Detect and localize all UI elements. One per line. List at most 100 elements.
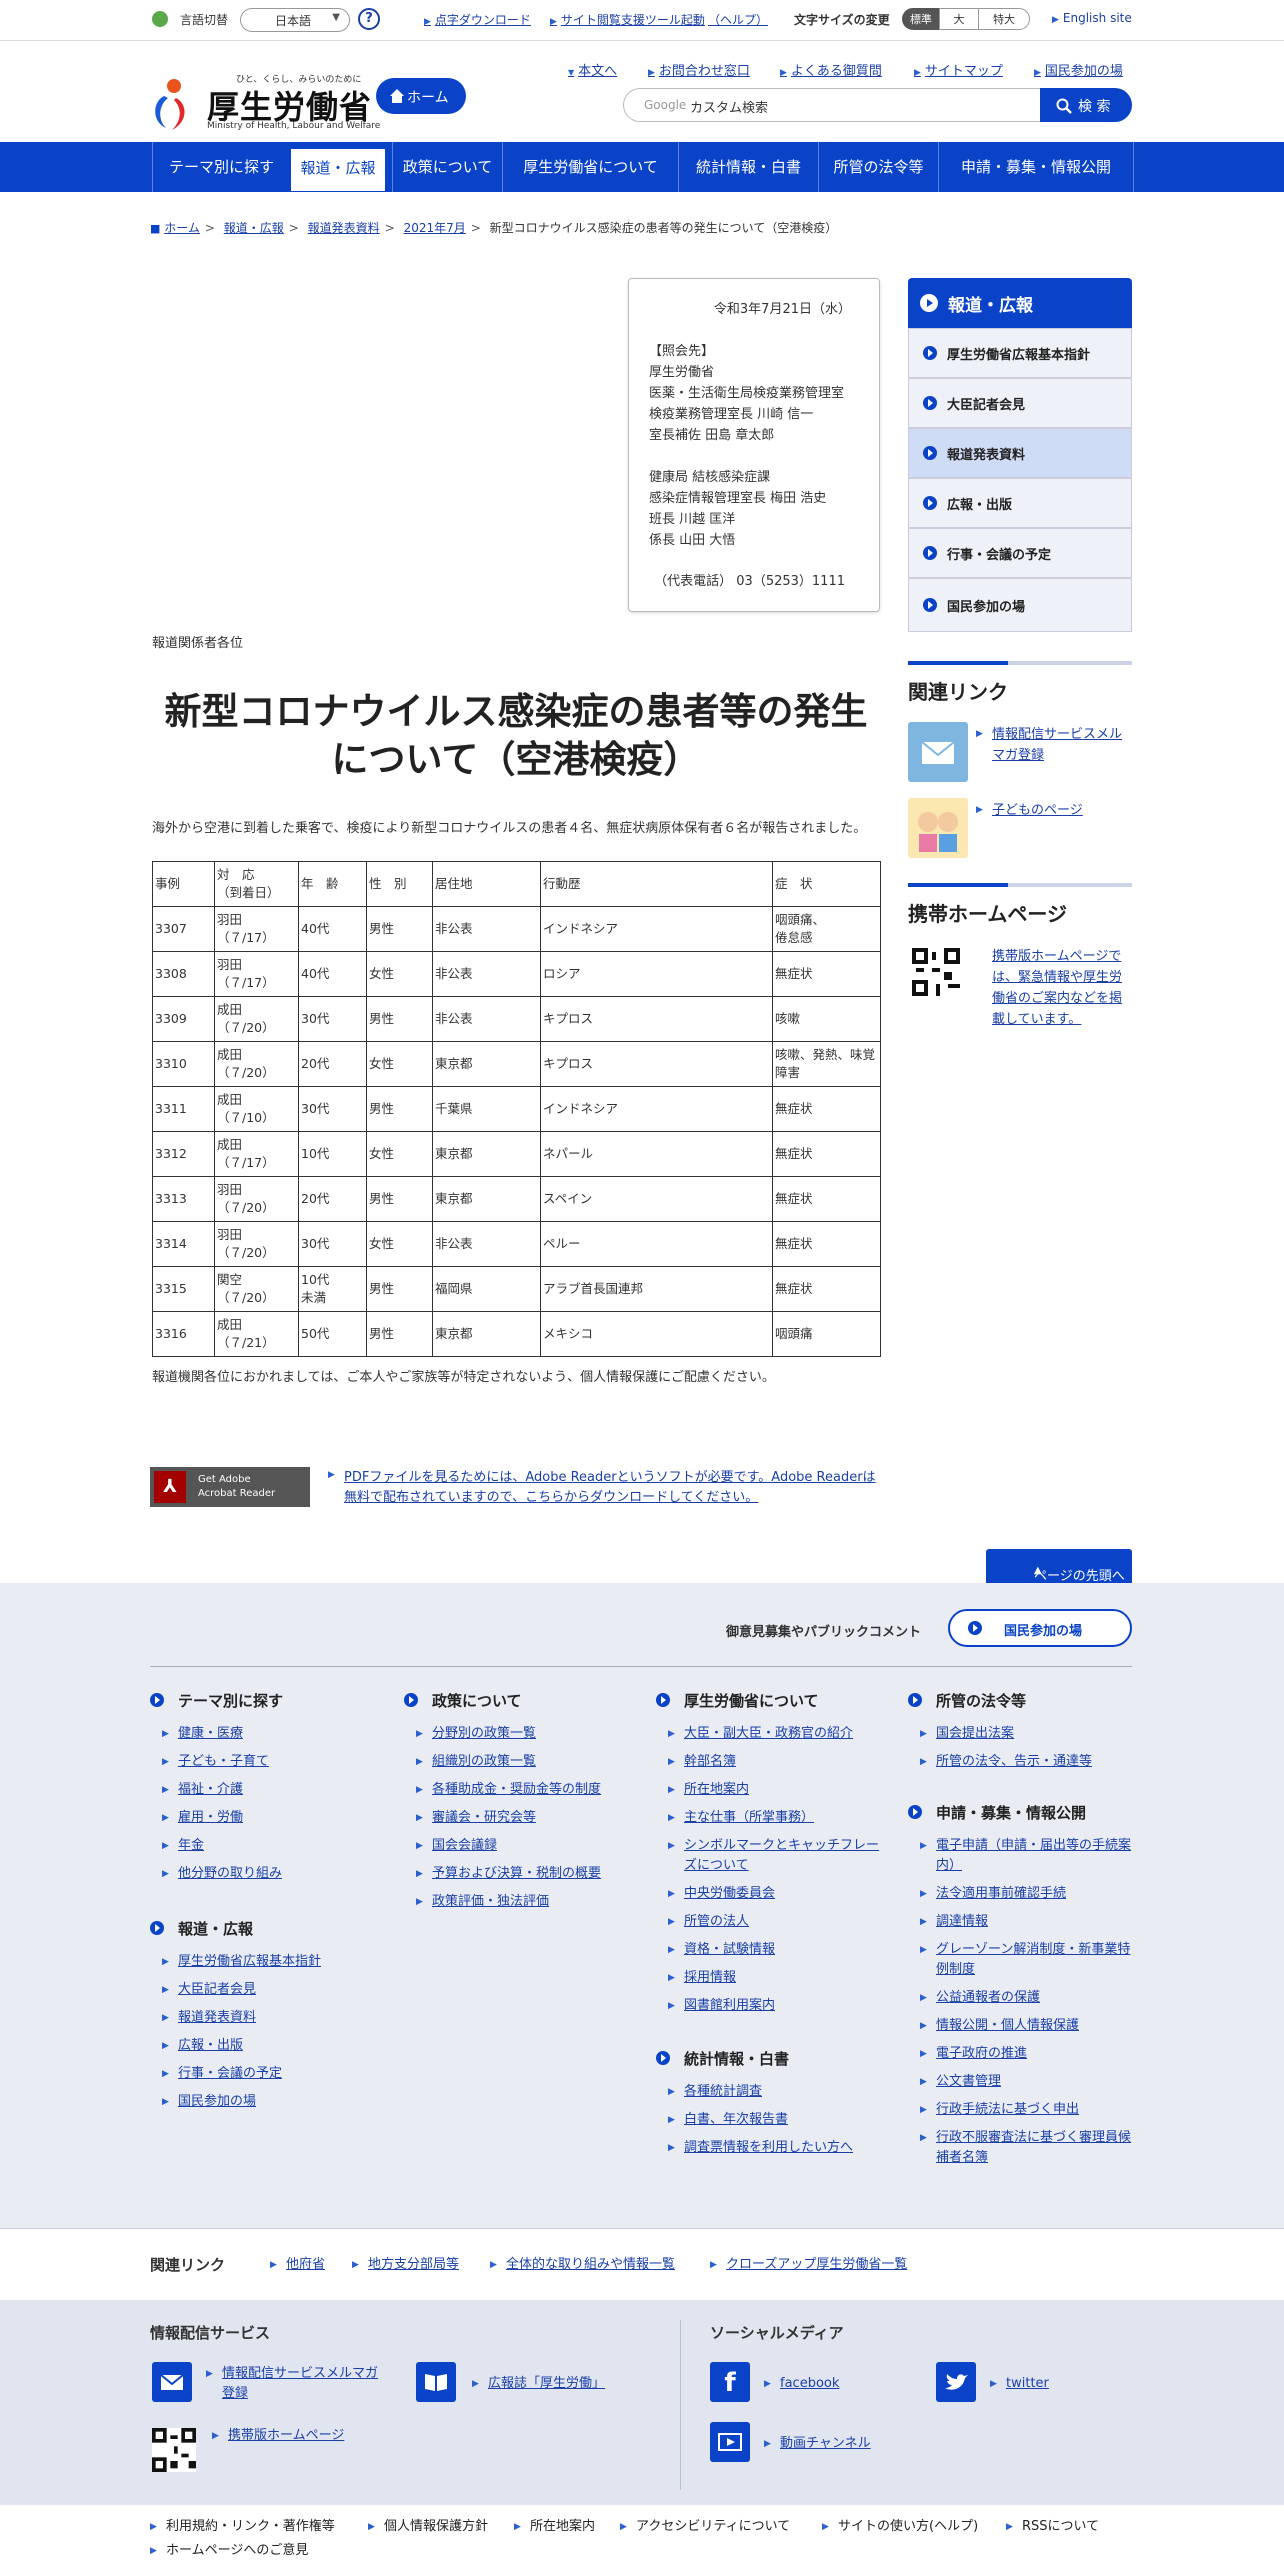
participation-button[interactable]: 国民参加の場 [948, 1609, 1132, 1647]
footer-link[interactable]: ▶ 電子申請（申請・届出等の手続案内） [920, 1836, 1136, 1876]
sidebar-item-press-conference[interactable]: 大臣記者会見 [908, 378, 1132, 428]
breadcrumb-home[interactable]: ホーム [164, 221, 200, 235]
footer-category-title[interactable]: 厚生労働省について [684, 1690, 819, 1711]
gnav-laws[interactable]: 所管の法令等 [818, 142, 938, 192]
footer-category-title[interactable]: テーマ別に探す [178, 1690, 283, 1711]
footer-link[interactable]: ▶ 健康・医療 [162, 1724, 398, 1744]
home-button[interactable]: ホーム [376, 78, 466, 114]
kids-page-image[interactable] [908, 798, 968, 858]
footer-link[interactable]: ▶ 国会提出法案 [920, 1724, 1136, 1744]
sidebar-item-participation[interactable]: 国民参加の場 [908, 578, 1132, 632]
footer-link[interactable]: ▶ 幹部名簿 [668, 1752, 884, 1772]
breadcrumb-releases[interactable]: 報道発表資料 [308, 221, 380, 235]
footer-link[interactable]: ▶ 報道発表資料 [162, 2008, 398, 2028]
footer-link[interactable]: ▶ 各種統計調査 [668, 2082, 884, 2102]
related-link-kids[interactable]: ▶ 子どものページ [976, 800, 1132, 821]
gnav-policy[interactable]: 政策について [392, 142, 502, 192]
footer-link[interactable]: ▶ 大臣・副大臣・政務官の紹介 [668, 1724, 884, 1744]
search-input[interactable]: Google カスタム検索 [623, 88, 1041, 122]
footer-link[interactable]: ▶ 各種助成金・奨励金等の制度 [416, 1780, 652, 1800]
gnav-press[interactable]: 報道・広報 [290, 148, 386, 192]
footer-link[interactable]: ▶ 子ども・子育て [162, 1752, 398, 1772]
bottom-rss[interactable]: ▶ RSSについて [1006, 2517, 1099, 2537]
fontsize-standard-button[interactable]: 標準 [902, 8, 940, 30]
footer-category-title[interactable]: 統計情報・白書 [684, 2048, 789, 2069]
header-nav-main-content[interactable]: ▼ 本文へ [568, 60, 617, 79]
search-button[interactable]: 検 索 [1040, 88, 1132, 122]
adobe-reader-link[interactable]: PDFファイルを見るためには、Adobe Readerというソフトが必要です。A… [344, 1468, 882, 1508]
footer-link[interactable]: ▶ 政策評価・独法評価 [416, 1892, 652, 1912]
mail-magazine-image[interactable] [908, 722, 968, 782]
bottom-privacy[interactable]: ▶ 個人情報保護方針 [368, 2517, 488, 2537]
header-nav-contact[interactable]: ▶ お問合わせ窓口 [648, 60, 750, 79]
info-mail-magazine-link[interactable]: ▶ 情報配信サービスメルマガ登録 [206, 2364, 386, 2404]
footer-link[interactable]: ▶ 電子政府の推進 [920, 2044, 1136, 2064]
breadcrumb-month[interactable]: 2021年7月 [404, 221, 466, 235]
footer-link[interactable]: ▶ 所管の法令、告示・通達等 [920, 1752, 1136, 1772]
bottom-feedback[interactable]: ▶ ホームページへのご意見 [150, 2541, 308, 2561]
info-mobile-link[interactable]: ▶ 携帯版ホームページ [212, 2426, 344, 2446]
header-nav-participation[interactable]: ▶ 国民参加の場 [1034, 60, 1123, 79]
gnav-about[interactable]: 厚生労働省について [502, 142, 678, 192]
sidebar-item-releases[interactable]: 報道発表資料 [908, 428, 1132, 478]
footer-link[interactable]: ▶ 中央労働委員会 [668, 1884, 884, 1904]
english-site-link[interactable]: ▶ English site [1052, 11, 1132, 25]
bottom-accessibility[interactable]: ▶ アクセシビリティについて [620, 2517, 790, 2537]
footer-link[interactable]: ▶ 調達情報 [920, 1912, 1136, 1932]
footer-link[interactable]: ▶ 資格・試験情報 [668, 1940, 884, 1960]
footer-link[interactable]: ▶ 雇用・労働 [162, 1808, 398, 1828]
footer-link[interactable]: ▶ 公益通報者の保護 [920, 1988, 1136, 2008]
footer-link[interactable]: ▶ 採用情報 [668, 1968, 884, 1988]
gnav-applications[interactable]: 申請・募集・情報公開 [938, 142, 1134, 192]
gnav-theme[interactable]: テーマ別に探す [152, 142, 290, 192]
footer-link[interactable]: ▶ グレーゾーン解消制度・新事業特例制度 [920, 1940, 1136, 1980]
get-acrobat-banner[interactable]: ⅄ Get Adobe Acrobat Reader [150, 1467, 310, 1507]
footer-link[interactable]: ▶ 国民参加の場 [162, 2092, 398, 2112]
sidebar-item-publications[interactable]: 広報・出版 [908, 478, 1132, 528]
footer-link[interactable]: ▶ 年金 [162, 1836, 398, 1856]
footer-link[interactable]: ▶ 審議会・研究会等 [416, 1808, 652, 1828]
related-link-mail-magazine[interactable]: ▶ 情報配信サービスメルマガ登録 [976, 724, 1132, 766]
footer-link[interactable]: ▶ 主な仕事（所掌事務） [668, 1808, 884, 1828]
footer-link[interactable]: ▶ 情報公開・個人情報保護 [920, 2016, 1136, 2036]
footer-link[interactable]: ▶ 広報・出版 [162, 2036, 398, 2056]
footer-link[interactable]: ▶ 大臣記者会見 [162, 1980, 398, 2000]
language-select[interactable]: 日本語 ▼ [240, 8, 350, 32]
footer-link[interactable]: ▶ 厚生労働省広報基本指針 [162, 1952, 398, 1972]
footer-category-title[interactable]: 申請・募集・情報公開 [936, 1802, 1086, 1823]
footer-related-regional[interactable]: ▶ 地方支分部局等 [352, 2255, 459, 2275]
footer-link[interactable]: ▶ 組織別の政策一覧 [416, 1752, 652, 1772]
header-nav-sitemap[interactable]: ▶ サイトマップ [914, 60, 1003, 79]
sidebar-item-pr-policy[interactable]: 厚生労働省広報基本指針 [908, 328, 1132, 378]
fontsize-large-button[interactable]: 大 [939, 8, 979, 30]
sidebar-heading[interactable]: 報道・広報 [908, 278, 1132, 328]
footer-link[interactable]: ▶ 予算および決算・税制の概要 [416, 1864, 652, 1884]
footer-related-closeup[interactable]: ▶ クローズアップ厚生労働省一覧 [710, 2255, 907, 2275]
info-magazine-link[interactable]: ▶ 広報誌「厚生労働」 [472, 2374, 605, 2394]
back-to-top-button[interactable]: ▲ ページの先頭へ [986, 1549, 1132, 1584]
browsing-tool-link[interactable]: ▶ サイト閲覧支援ツール起動 [550, 11, 705, 28]
footer-related-overall[interactable]: ▶ 全体的な取り組みや情報一覧 [490, 2255, 675, 2275]
video-channel-link[interactable]: ▶ 動画チャンネル [764, 2434, 871, 2454]
browsing-tool-help-link[interactable]: （ヘルプ） [708, 11, 768, 28]
fontsize-xlarge-button[interactable]: 特大 [978, 8, 1030, 30]
footer-link[interactable]: ▶ 他分野の取り組み [162, 1864, 398, 1884]
bottom-help[interactable]: ▶ サイトの使い方(ヘルプ) [822, 2517, 978, 2537]
footer-link[interactable]: ▶ 分野別の政策一覧 [416, 1724, 652, 1744]
bottom-terms[interactable]: ▶ 利用規約・リンク・著作権等 [150, 2517, 335, 2537]
header-nav-faq[interactable]: ▶ よくある御質問 [780, 60, 882, 79]
footer-category-title[interactable]: 政策について [432, 1690, 522, 1711]
footer-link[interactable]: ▶ 図書館利用案内 [668, 1996, 884, 2016]
footer-link[interactable]: ▶ 調査票情報を利用したい方へ [668, 2138, 884, 2158]
twitter-link[interactable]: ▶ twitter [990, 2374, 1049, 2394]
help-icon[interactable]: ? [358, 8, 380, 30]
footer-link[interactable]: ▶ 行政手続法に基づく申出 [920, 2100, 1136, 2120]
braille-download-link[interactable]: ▶ 点字ダウンロード [424, 11, 531, 28]
footer-link[interactable]: ▶ 白書、年次報告書 [668, 2110, 884, 2130]
footer-link[interactable]: ▶ 行事・会議の予定 [162, 2064, 398, 2084]
footer-category-title[interactable]: 報道・広報 [178, 1918, 253, 1939]
footer-link[interactable]: ▶ 法令適用事前確認手続 [920, 1884, 1136, 1904]
footer-related-ministries[interactable]: ▶ 他府省 [270, 2255, 325, 2275]
sidebar-item-events[interactable]: 行事・会議の予定 [908, 528, 1132, 578]
breadcrumb-press[interactable]: 報道・広報 [224, 221, 284, 235]
